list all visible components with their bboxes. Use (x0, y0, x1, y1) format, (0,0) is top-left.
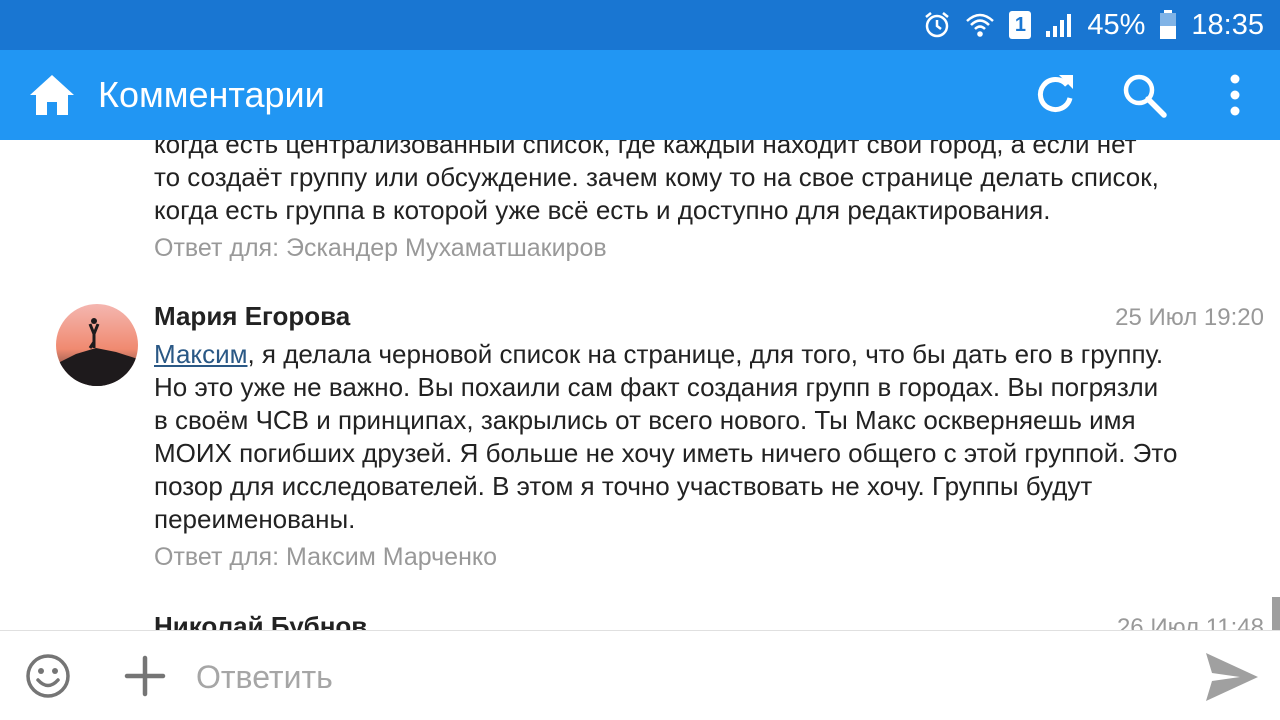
status-bar: 1 45% 18:35 (0, 0, 1280, 50)
scrollbar[interactable] (1272, 597, 1280, 630)
comment-text-line: то создаёт группу или обсуждение. зачем … (154, 162, 1159, 192)
comment-text-line: когда есть централизованный список, где … (154, 140, 1137, 159)
comment-author[interactable]: Мария Егорова (154, 300, 350, 332)
sim-icon: 1 (1009, 11, 1032, 39)
reply-input[interactable] (196, 655, 1156, 699)
reply-bar (0, 630, 1280, 720)
comment-author[interactable]: Николай Бубнов (154, 610, 367, 630)
comment-text-line: Но это уже не важно. Вы похаили сам факт… (154, 372, 1159, 402)
more-vert-icon[interactable] (1211, 71, 1259, 119)
clock: 18:35 (1191, 8, 1264, 41)
send-icon[interactable] (1204, 651, 1260, 703)
wifi-icon (966, 13, 995, 37)
reply-to-link[interactable]: Ответ для: Эскандер Мухаматшакиров (154, 232, 607, 264)
comment-text: когда есть централизованный список, где … (154, 140, 1266, 227)
emoji-icon[interactable] (25, 653, 71, 699)
comment-text: Максим, я делала черновой список на стра… (154, 338, 1266, 536)
signal-icon (1046, 14, 1072, 37)
comment-text-line: МОИХ погибших друзей. Я больше не хочу и… (154, 438, 1178, 468)
refresh-icon[interactable] (1031, 71, 1079, 119)
avatar[interactable] (56, 304, 138, 386)
battery-icon (1160, 10, 1177, 39)
mention-link[interactable]: Максим (154, 339, 247, 369)
comment-text-segment: , я делала черновой список на странице, … (247, 339, 1164, 369)
search-icon[interactable] (1120, 71, 1168, 119)
comment-text-line: позор для исследователей. В этом я точно… (154, 471, 1093, 501)
reply-to-link[interactable]: Ответ для: Максим Марченко (154, 541, 497, 573)
app-bar: Комментарии (0, 50, 1280, 140)
comment-text-line: Максим, я делала черновой список на стра… (154, 338, 1266, 371)
battery-percent: 45% (1087, 8, 1146, 41)
status-icons: 1 45% 18:35 (923, 0, 1264, 50)
comment-text-line: переименованы. (154, 504, 356, 534)
comment-text-line: в своём ЧСВ и принципах, закрылись от вс… (154, 405, 1136, 435)
page-title: Комментарии (98, 74, 325, 115)
comment-date: 25 Июл 19:20 (1115, 304, 1264, 331)
avatar-image (56, 304, 138, 386)
sim-label: 1 (1014, 14, 1026, 36)
comment-text-line: когда есть группа в которой уже всё есть… (154, 195, 1051, 225)
comments-list[interactable]: когда есть централизованный список, где … (0, 140, 1280, 630)
plus-icon[interactable] (124, 655, 166, 697)
alarm-icon (925, 12, 950, 38)
home-icon[interactable] (28, 73, 76, 117)
comment-date: 26 Июл 11:48 (1116, 614, 1264, 630)
